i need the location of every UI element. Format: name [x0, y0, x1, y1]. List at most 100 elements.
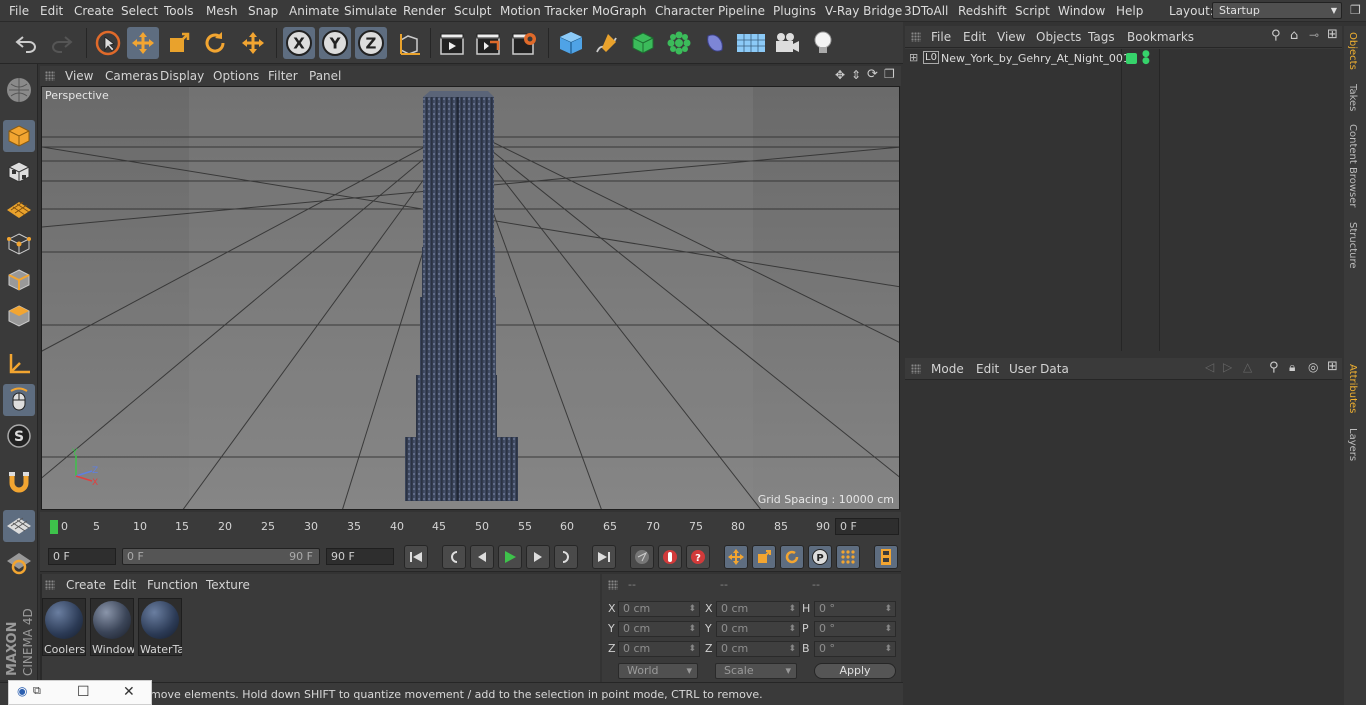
object-menu-view[interactable]: View — [997, 30, 1025, 44]
panel-grip-icon[interactable] — [45, 71, 55, 81]
restore-window-icon[interactable]: ⧉ — [33, 684, 41, 698]
axis-mode-icon[interactable] — [3, 348, 35, 380]
render-view-icon[interactable] — [436, 27, 468, 59]
record-icon[interactable] — [658, 545, 682, 569]
cloner-icon[interactable] — [663, 27, 695, 59]
position-x-field[interactable]: 0 cm — [618, 601, 700, 617]
make-editable-icon[interactable] — [3, 74, 35, 106]
playhead[interactable] — [50, 520, 58, 534]
pen-spline-icon[interactable] — [591, 27, 623, 59]
size-z-field[interactable]: 0 cm — [716, 641, 800, 657]
menu-snap[interactable]: Snap — [248, 4, 278, 18]
attribute-menu-user-data[interactable]: User Data — [1009, 362, 1069, 376]
goto-start-icon[interactable] — [404, 545, 428, 569]
subdivision-surface-icon[interactable] — [627, 27, 659, 59]
forward-arrow-icon[interactable]: ▷ — [1223, 360, 1232, 374]
panel-grip-icon[interactable] — [608, 580, 618, 590]
object-tree[interactable]: ⊞ L0 New_York_by_Gehry_At_Night_001 ● ● — [905, 49, 1342, 351]
key-pla-icon[interactable] — [836, 545, 860, 569]
menu-redshift[interactable]: Redshift — [958, 4, 1007, 18]
apply-button[interactable]: Apply — [814, 663, 896, 679]
camera-icon[interactable] — [771, 27, 803, 59]
render-picture-viewer-icon[interactable] — [472, 27, 504, 59]
position-z-field[interactable]: 0 cm — [618, 641, 700, 657]
layout-select[interactable]: Startup — [1212, 2, 1342, 19]
material-swatch[interactable]: WaterTa — [138, 598, 182, 656]
search-icon[interactable]: ⚲ — [1269, 360, 1279, 375]
snapping-icon[interactable]: S — [3, 420, 35, 452]
motion-record-icon[interactable] — [630, 545, 654, 569]
menu-mesh[interactable]: Mesh — [206, 4, 238, 18]
rotation-p-field[interactable]: 0 ° — [814, 621, 896, 637]
play-icon[interactable] — [498, 545, 522, 569]
rotation-b-field[interactable]: 0 ° — [814, 641, 896, 657]
coordinate-mode-select[interactable]: World — [618, 663, 698, 679]
menu-mograph[interactable]: MoGraph — [592, 4, 647, 18]
preview-range-slider[interactable]: 0 F 90 F — [122, 548, 320, 565]
edges-mode-icon[interactable] — [3, 264, 35, 296]
menu-window[interactable]: Window — [1058, 4, 1105, 18]
rotation-h-field[interactable]: 0 ° — [814, 601, 896, 617]
viewport-menu-cameras[interactable]: Cameras — [105, 69, 158, 83]
tab-attributes[interactable]: Attributes — [1347, 364, 1358, 413]
viewport-menu-view[interactable]: View — [65, 69, 93, 83]
object-row[interactable]: ⊞ L0 New_York_by_Gehry_At_Night_001 ● ● — [905, 49, 1342, 69]
object-menu-bookmarks[interactable]: Bookmarks — [1127, 30, 1194, 44]
menu-motion-tracker[interactable]: Motion Tracker — [500, 4, 588, 18]
visibility-tag-icon[interactable] — [1126, 53, 1137, 64]
timeline-ruler[interactable]: 0 5 10 15 20 25 30 35 40 45 50 55 60 65 … — [40, 512, 901, 542]
attribute-menu-mode[interactable]: Mode — [931, 362, 964, 376]
close-window-icon[interactable]: ✕ — [123, 684, 135, 700]
menu-tools[interactable]: Tools — [164, 4, 194, 18]
material-swatch[interactable]: Window — [90, 598, 134, 656]
rotate-tool-icon[interactable] — [199, 27, 231, 59]
cube-object-icon[interactable] — [555, 27, 587, 59]
panel-grip-icon[interactable] — [911, 364, 921, 374]
expand-icon[interactable]: ⊞ — [909, 51, 918, 64]
material-swatch[interactable]: Coolers — [42, 598, 86, 656]
object-menu-edit[interactable]: Edit — [963, 30, 986, 44]
viewport-menu-options[interactable]: Options — [213, 69, 259, 83]
menu-script[interactable]: Script — [1015, 4, 1050, 18]
texture-mode-icon[interactable] — [3, 156, 35, 188]
render-settings-icon[interactable] — [508, 27, 540, 59]
panel-grip-icon[interactable] — [911, 32, 921, 42]
transform-tool-icon[interactable] — [237, 27, 269, 59]
previous-frame-icon[interactable] — [470, 545, 494, 569]
up-arrow-icon[interactable]: △ — [1243, 360, 1252, 374]
link-icon[interactable]: ⊸ — [1309, 28, 1319, 42]
search-icon[interactable]: ⚲ — [1271, 28, 1281, 43]
next-key-icon[interactable] — [554, 545, 578, 569]
attribute-menu-edit[interactable]: Edit — [976, 362, 999, 376]
tab-structure[interactable]: Structure — [1347, 222, 1358, 269]
tweak-mode-icon[interactable] — [3, 384, 35, 416]
viewport-menu-display[interactable]: Display — [160, 69, 204, 83]
tab-content-browser[interactable]: Content Browser — [1347, 124, 1358, 207]
scale-tool-icon[interactable] — [163, 27, 195, 59]
tab-objects[interactable]: Objects — [1347, 32, 1358, 70]
redo-icon[interactable] — [46, 27, 78, 59]
menu-pipeline[interactable]: Pipeline — [718, 4, 765, 18]
render-dots-icon[interactable]: ● ● — [1142, 50, 1150, 66]
menu-vray-bridge[interactable]: V-Ray Bridge — [825, 4, 902, 18]
back-arrow-icon[interactable]: ◁ — [1205, 360, 1214, 374]
object-menu-tags[interactable]: Tags — [1088, 30, 1115, 44]
menu-plugins[interactable]: Plugins — [773, 4, 816, 18]
move-tool-icon[interactable] — [127, 27, 159, 59]
previous-key-icon[interactable] — [442, 545, 466, 569]
material-menu-create[interactable]: Create — [66, 578, 106, 592]
key-position-icon[interactable] — [724, 545, 748, 569]
start-frame-field[interactable]: 0 F — [48, 548, 116, 565]
grid-snap-icon[interactable] — [3, 546, 35, 578]
menu-file[interactable]: File — [9, 4, 29, 18]
settings-icon[interactable]: ◎ — [1308, 360, 1318, 374]
menu-animate[interactable]: Animate — [289, 4, 339, 18]
coordinate-system-icon[interactable] — [393, 27, 425, 59]
panel-grip-icon[interactable] — [45, 580, 55, 590]
rotate-view-icon[interactable]: ⟳ — [867, 67, 878, 82]
timeline-window-icon[interactable] — [874, 545, 898, 569]
polygons-mode-icon[interactable] — [3, 300, 35, 332]
menu-create[interactable]: Create — [74, 4, 114, 18]
menu-help[interactable]: Help — [1116, 4, 1143, 18]
floor-environment-icon[interactable] — [735, 27, 767, 59]
